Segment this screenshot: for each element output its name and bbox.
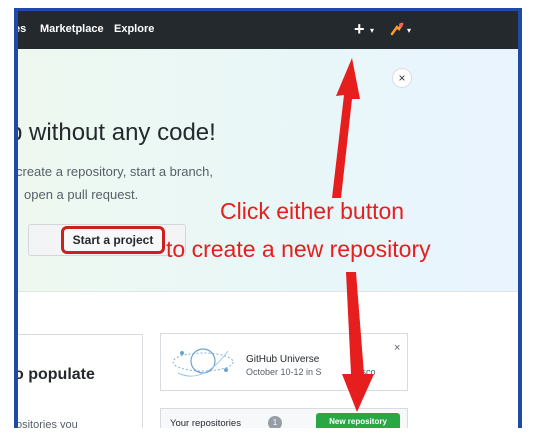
annotation-line1: Click either button	[220, 198, 405, 224]
annotation-line2: to create a new repository	[166, 236, 431, 262]
arrow-up-icon	[332, 58, 360, 198]
arrow-down-icon	[342, 272, 374, 412]
